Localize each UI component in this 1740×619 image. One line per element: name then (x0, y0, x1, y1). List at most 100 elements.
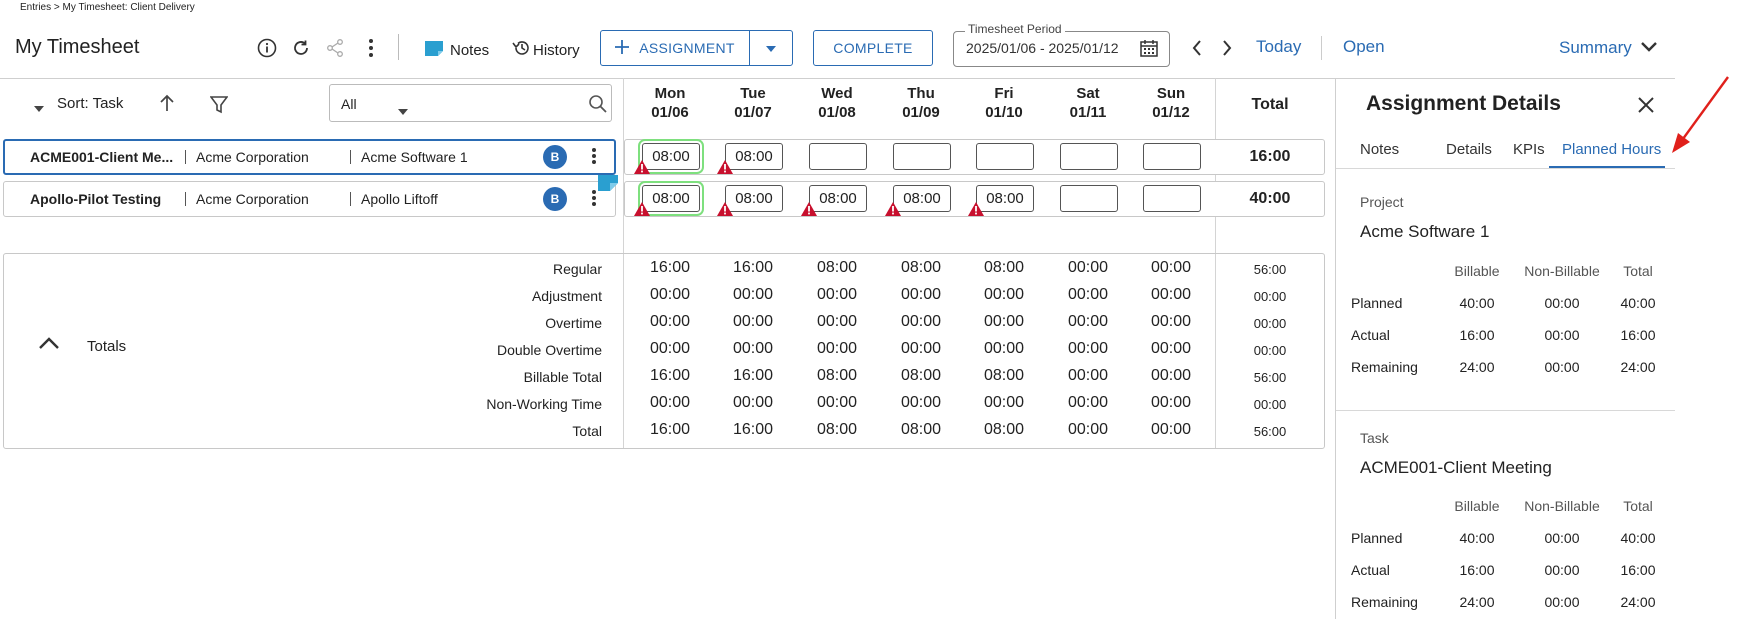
totals-value: 00:00 (1150, 340, 1192, 357)
filter-select[interactable] (329, 84, 612, 122)
share-icon[interactable] (324, 37, 346, 59)
totals-value: 16:00 (649, 421, 691, 438)
more-options-icon[interactable] (360, 37, 382, 59)
totals-value: 08:00 (900, 421, 942, 438)
totals-value: 16:00 (732, 367, 774, 384)
totals-row-label: Adjustment (531, 288, 602, 304)
hours-input[interactable] (893, 143, 951, 170)
toolbar-divider (398, 34, 399, 60)
history-button[interactable]: History (511, 39, 580, 61)
search-icon[interactable] (588, 94, 608, 117)
row-separator (350, 150, 351, 164)
planned-value: 16:00 (1459, 562, 1495, 578)
notes-button[interactable]: Notes (424, 39, 489, 61)
next-period-icon[interactable] (1216, 37, 1238, 59)
close-icon[interactable] (1637, 96, 1655, 117)
today-link[interactable]: Today (1256, 37, 1301, 57)
planned-row-label: Remaining (1351, 594, 1418, 610)
sort-label[interactable]: Sort: Task (57, 95, 123, 112)
hours-input[interactable] (1143, 185, 1201, 212)
hours-input[interactable]: 08:00 (976, 185, 1034, 212)
day-header: Fri 01/10 (964, 84, 1044, 122)
billable-badge: B (543, 145, 567, 169)
totals-value: 16:00 (732, 259, 774, 276)
totals-value: 00:00 (649, 340, 691, 357)
row-task[interactable]: Apollo-Pilot Testing (30, 191, 161, 207)
day-date: 01/09 (902, 104, 940, 121)
calendar-icon[interactable] (1138, 37, 1160, 59)
filter-icon[interactable] (209, 96, 229, 117)
open-link[interactable]: Open (1343, 37, 1385, 57)
refresh-icon[interactable] (290, 37, 312, 59)
totals-row-total: 56:00 (1253, 370, 1287, 385)
hours-input[interactable]: 08:00 (893, 185, 951, 212)
hours-input[interactable] (1143, 143, 1201, 170)
hours-input[interactable]: 08:00 (725, 185, 783, 212)
plus-icon (615, 39, 630, 57)
note-icon (424, 39, 444, 61)
note-indicator-icon[interactable] (598, 175, 618, 194)
sort-caret-icon[interactable] (34, 99, 44, 115)
row-separator (185, 192, 186, 206)
totals-row-total: 00:00 (1253, 397, 1287, 412)
complete-button[interactable]: COMPLETE (813, 30, 933, 66)
previous-period-icon[interactable] (1186, 37, 1208, 59)
breadcrumb[interactable]: Entries > My Timesheet: Client Delivery (20, 2, 195, 13)
totals-value: 00:00 (649, 313, 691, 330)
totals-value: 08:00 (900, 367, 942, 384)
hours-input[interactable]: 08:00 (638, 181, 704, 216)
assignment-dropdown-button[interactable] (749, 30, 793, 66)
totals-value: 00:00 (732, 313, 774, 330)
planned-value: 00:00 (1544, 327, 1580, 343)
totals-value: 00:00 (1067, 286, 1109, 303)
hours-input[interactable] (1060, 143, 1118, 170)
day-date: 01/07 (734, 104, 772, 121)
totals-value: 00:00 (1067, 259, 1109, 276)
totals-row-label: Overtime (545, 315, 602, 331)
totals-value: 00:00 (1067, 367, 1109, 384)
hours-input[interactable] (976, 143, 1034, 170)
timesheet-period-value: 2025/01/06 - 2025/01/12 (966, 40, 1119, 56)
tab-notes[interactable]: Notes (1360, 141, 1399, 158)
totals-value: 08:00 (983, 259, 1025, 276)
planned-column-header: Total (1623, 498, 1653, 514)
sort-ascending-icon[interactable] (159, 94, 175, 115)
hours-input[interactable]: 08:00 (809, 185, 867, 212)
planned-row-label: Remaining (1351, 359, 1418, 375)
tab-planned-hours[interactable]: Planned Hours (1562, 141, 1661, 158)
totals-value: 00:00 (816, 313, 858, 330)
info-icon[interactable] (256, 37, 278, 59)
page-title: My Timesheet (15, 36, 140, 58)
day-header: Mon 01/06 (630, 84, 710, 122)
day-date: 01/11 (1069, 104, 1107, 121)
add-assignment-button[interactable]: ASSIGNMENT (600, 30, 750, 66)
hours-input[interactable] (809, 143, 867, 170)
hours-input[interactable]: 08:00 (725, 143, 783, 170)
day-header: Sat 01/11 (1048, 84, 1128, 122)
totals-row-total: 56:00 (1253, 262, 1287, 277)
totals-value: 00:00 (1150, 421, 1192, 438)
day-date: 01/06 (651, 104, 689, 121)
totals-value: 00:00 (649, 286, 691, 303)
tab-details[interactable]: Details (1446, 141, 1492, 158)
hours-input[interactable] (1060, 185, 1118, 212)
hours-input[interactable]: 08:00 (638, 139, 704, 174)
totals-value: 00:00 (983, 340, 1025, 357)
day-date: 01/10 (985, 104, 1023, 121)
row-options-icon[interactable] (591, 146, 597, 166)
planned-value: 24:00 (1459, 359, 1495, 375)
row-options-icon[interactable] (591, 188, 597, 208)
summary-toggle[interactable]: Summary (1559, 38, 1658, 58)
day-name: Sat (1076, 85, 1100, 102)
collapse-totals-icon[interactable] (38, 336, 60, 353)
billable-badge: B (543, 187, 567, 211)
tab-kpis[interactable]: KPIs (1513, 141, 1545, 158)
filter-caret-icon[interactable] (398, 102, 408, 118)
row-task[interactable]: ACME001-Client Me... (30, 149, 173, 165)
warning-icon (885, 202, 901, 216)
totals-value: 16:00 (649, 259, 691, 276)
day-name: Wed (821, 85, 853, 102)
totals-value: 08:00 (816, 421, 858, 438)
summary-label: Summary (1559, 38, 1632, 57)
totals-value: 08:00 (983, 421, 1025, 438)
